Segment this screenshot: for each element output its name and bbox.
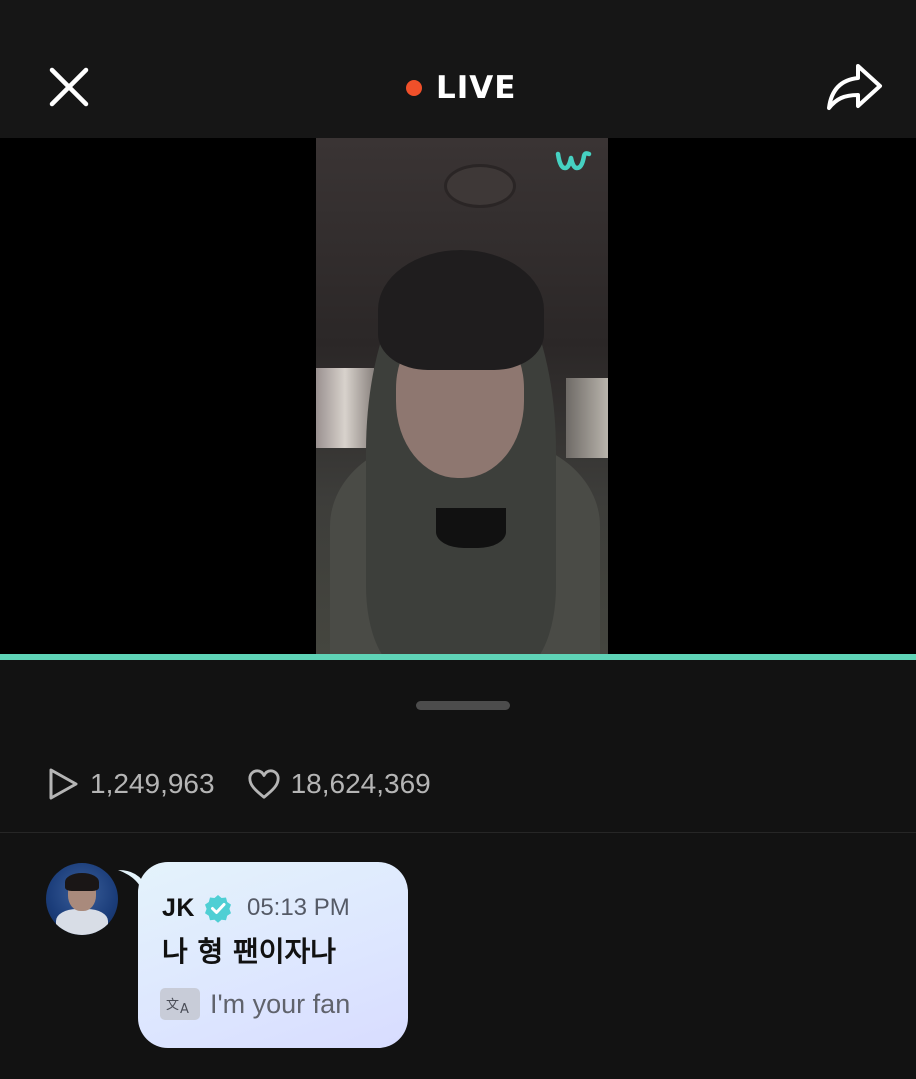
comment-header: JK 05:13 PM: [162, 892, 350, 924]
avatar[interactable]: [46, 863, 118, 935]
close-button[interactable]: [44, 62, 94, 112]
video-shirt: [436, 508, 506, 548]
drag-handle[interactable]: [416, 701, 510, 710]
video-ceiling-light: [444, 164, 516, 208]
comment-bubble[interactable]: JK 05:13 PM 나 형 팬이자나 文 A I'm your fan: [138, 862, 408, 1048]
play-count: 1,249,963: [90, 768, 215, 799]
translate-icon: 文 A: [166, 998, 189, 1016]
close-icon: [49, 67, 89, 107]
comment-translation: 文 A I'm your fan: [160, 986, 350, 1022]
live-indicator: LIVE: [406, 70, 516, 106]
live-label: LIVE: [436, 70, 517, 106]
like-count: 18,624,369: [290, 768, 431, 799]
live-video-frame: [316, 138, 608, 654]
avatar-body: [56, 909, 108, 935]
video-window-right: [566, 378, 608, 458]
translate-button[interactable]: 文 A: [160, 988, 200, 1020]
comment-text: 나 형 팬이자나: [162, 935, 337, 968]
verified-badge-icon: [204, 895, 231, 923]
svg-text:A: A: [180, 1002, 189, 1016]
top-bar: LIVE: [0, 0, 916, 138]
avatar-hair: [65, 873, 99, 891]
weverse-logo-icon: [555, 151, 592, 171]
comment-timestamp: 05:13 PM: [246, 894, 350, 921]
video-hair: [378, 250, 544, 370]
svg-text:文: 文: [166, 998, 179, 1013]
translated-text: I'm your fan: [210, 988, 351, 1019]
share-button[interactable]: [824, 60, 884, 114]
comment-author: JK: [162, 893, 195, 922]
share-icon: [827, 64, 882, 110]
playback-progress-bar: [0, 654, 916, 660]
play-icon: [49, 768, 78, 800]
stats-row: 1,249,963 18,624,369: [46, 764, 453, 804]
video-player[interactable]: [0, 138, 916, 654]
live-dot-icon: [406, 80, 422, 96]
section-divider: [0, 832, 916, 833]
heart-icon: [247, 769, 280, 799]
